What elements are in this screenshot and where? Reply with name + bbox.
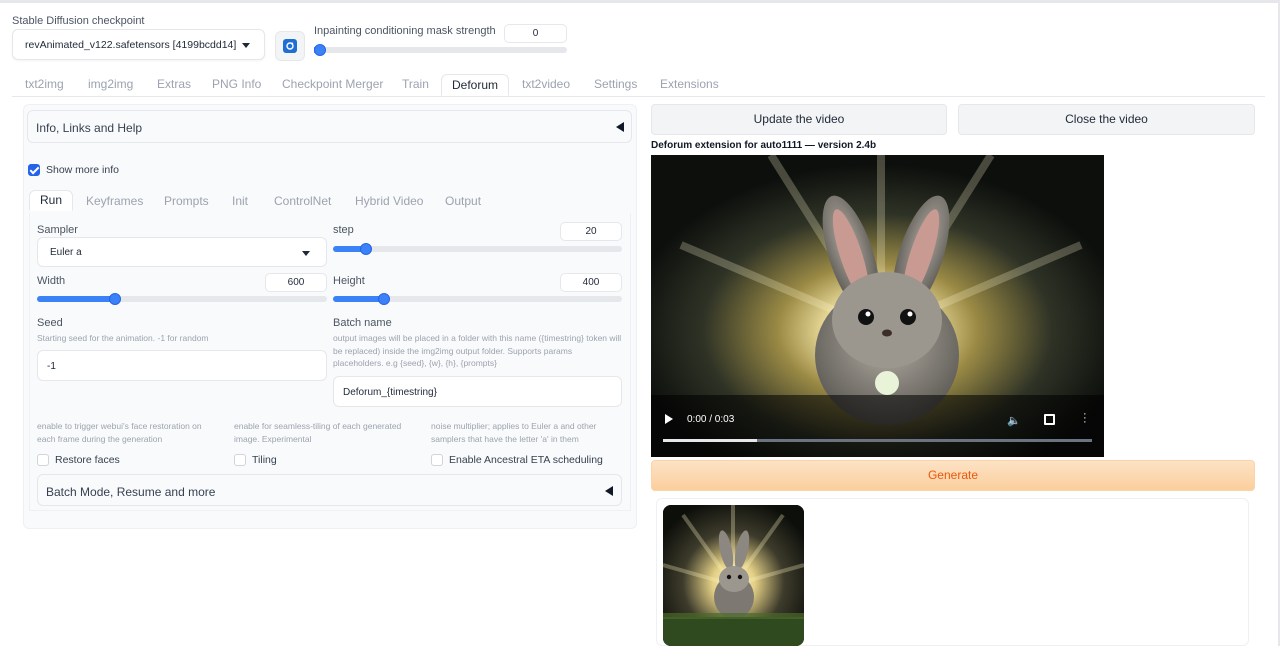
info-accordion-label: Info, Links and Help (36, 121, 143, 135)
refresh-icon (283, 39, 297, 53)
inpaint-slider-thumb[interactable] (314, 44, 326, 56)
step-slider[interactable] (333, 243, 622, 255)
width-slider[interactable] (37, 293, 327, 305)
info-links-help-accordion[interactable]: Info, Links and Help (27, 110, 632, 143)
batch-mode-accordion[interactable]: Batch Mode, Resume and more (37, 474, 622, 506)
height-number-input[interactable]: 400 (560, 273, 622, 292)
height-label: Height (333, 275, 365, 287)
more-options-icon[interactable]: · · · (1083, 409, 1087, 428)
fullscreen-icon[interactable] (1044, 414, 1055, 425)
tab-img2img[interactable]: img2img (88, 74, 133, 96)
width-slider-thumb[interactable] (109, 293, 121, 305)
batch-accordion-label: Batch Mode, Resume and more (46, 485, 216, 499)
bunny-video-frame (651, 155, 1104, 457)
ancestral-eta-label: Enable Ancestral ETA scheduling (449, 454, 603, 466)
tab-train[interactable]: Train (402, 74, 429, 96)
inpaint-number-input[interactable]: 0 (504, 24, 567, 43)
show-more-info-checkbox[interactable] (28, 164, 40, 176)
sampler-dropdown[interactable]: Euler a (37, 237, 327, 267)
tiling-checkbox[interactable] (234, 454, 246, 466)
tab-deforum[interactable]: Deforum (441, 74, 510, 96)
chevron-down-icon (242, 43, 250, 48)
inpaint-slider[interactable] (314, 44, 567, 56)
subtab-run[interactable]: Run (29, 190, 74, 211)
generate-button[interactable]: Generate (651, 460, 1255, 491)
chevron-down-icon (302, 251, 310, 256)
seed-input[interactable]: -1 (37, 350, 327, 381)
video-player[interactable]: 0:00 / 0:03 🔈 · · · (651, 155, 1104, 457)
step-slider-thumb[interactable] (360, 243, 372, 255)
inpaint-label: Inpainting conditioning mask strength (314, 25, 496, 37)
batch-name-input[interactable]: Deforum_{timestring} (333, 376, 622, 407)
refresh-checkpoint-button[interactable] (275, 31, 305, 61)
tab-extras[interactable]: Extras (157, 74, 191, 96)
restore-faces-checkbox[interactable] (37, 454, 49, 466)
restore-faces-hint: enable to trigger webui's face restorati… (37, 421, 202, 444)
main-tabs: txt2img img2img Extras PNG Info Checkpoi… (12, 74, 1264, 96)
tab-checkpoint-merger[interactable]: Checkpoint Merger (282, 74, 383, 96)
width-number-input[interactable]: 600 (265, 273, 327, 292)
show-more-info-label: Show more info (46, 164, 119, 176)
play-icon[interactable] (665, 414, 673, 424)
collapse-triangle-icon (605, 486, 613, 496)
tab-png-info[interactable]: PNG Info (212, 74, 261, 96)
tiling-label: Tiling (252, 454, 277, 466)
checkpoint-dropdown[interactable]: revAnimated_v122.safetensors [4199bcdd14… (12, 29, 265, 60)
close-video-button[interactable]: Close the video (958, 104, 1255, 135)
tab-settings[interactable]: Settings (594, 74, 637, 96)
sampler-value: Euler a (50, 247, 82, 258)
sampler-label: Sampler (37, 224, 78, 236)
tab-txt2video[interactable]: txt2video (522, 74, 570, 96)
subtab-keyframes[interactable]: Keyframes (86, 194, 143, 208)
step-label: step (333, 224, 354, 236)
checkpoint-value: revAnimated_v122.safetensors [4199bcdd14… (25, 39, 237, 51)
bunny-thumbnail-image (663, 505, 804, 646)
seed-hint: Starting seed for the animation. -1 for … (37, 333, 209, 343)
batch-name-label: Batch name (333, 317, 392, 329)
subtab-prompts[interactable]: Prompts (164, 194, 209, 208)
subtab-hybrid-video[interactable]: Hybrid Video (355, 194, 423, 208)
seed-label: Seed (37, 317, 63, 329)
tab-extensions[interactable]: Extensions (660, 74, 719, 96)
ancestral-eta-checkbox[interactable] (431, 454, 443, 466)
subtab-output[interactable]: Output (445, 194, 481, 208)
update-video-button[interactable]: Update the video (651, 104, 947, 135)
tab-txt2img[interactable]: txt2img (25, 74, 64, 96)
subtab-controlnet[interactable]: ControlNet (274, 194, 331, 208)
volume-icon[interactable]: 🔈 (1007, 414, 1021, 427)
checkpoint-label: Stable Diffusion checkpoint (12, 15, 145, 27)
gallery-thumbnail[interactable] (663, 505, 804, 646)
restore-faces-label: Restore faces (55, 454, 120, 466)
version-text: Deforum extension for auto1111 — version… (651, 140, 877, 151)
tiling-hint: enable for seamless-tiling of each gener… (234, 421, 402, 444)
subtab-init[interactable]: Init (232, 194, 248, 208)
batch-name-hint: output images will be placed in a folder… (333, 333, 622, 368)
height-slider[interactable] (333, 293, 622, 305)
step-number-input[interactable]: 20 (560, 222, 622, 241)
height-slider-thumb[interactable] (378, 293, 390, 305)
video-progress-bar[interactable] (663, 439, 1092, 442)
collapse-triangle-icon (616, 122, 624, 132)
ancestral-hint: noise multiplier; applies to Euler a and… (431, 421, 597, 444)
video-time: 0:00 / 0:03 (687, 414, 735, 425)
width-label: Width (37, 275, 66, 287)
